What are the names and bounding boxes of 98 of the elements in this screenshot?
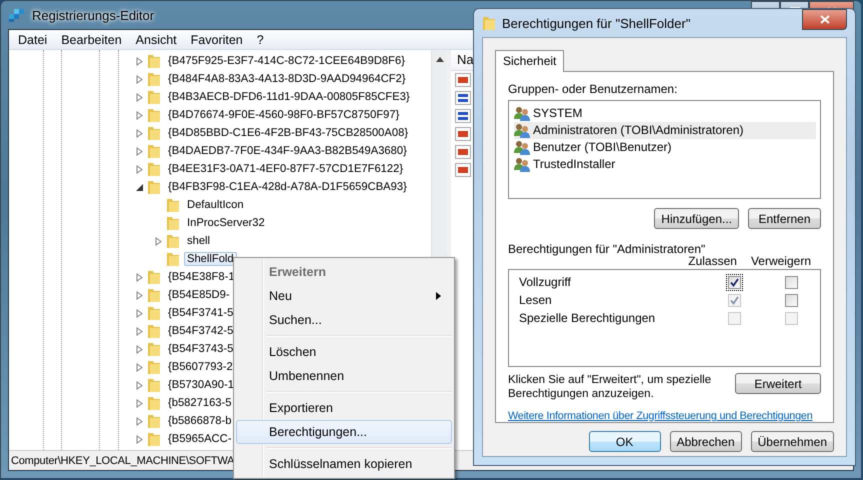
close-button[interactable]: [802, 9, 847, 30]
users-label: Gruppen- oder Benutzernamen:: [508, 82, 678, 98]
folder-icon: [147, 431, 161, 447]
folder-icon: [166, 215, 180, 231]
tree-item[interactable]: {B54F3743-5: [165, 342, 236, 356]
folder-icon: [147, 269, 161, 285]
dialog-button[interactable]: Hinzufügen...: [654, 208, 739, 230]
folder-icon: [147, 89, 161, 105]
folder-icon: [147, 161, 161, 177]
dialog-button[interactable]: OK: [588, 431, 661, 452]
menu-item[interactable]: Favoriten: [184, 32, 250, 46]
menu-item[interactable]: Datei: [11, 32, 54, 46]
folder-icon: [147, 341, 161, 357]
tree-item[interactable]: {B54E85D9-: [165, 288, 233, 302]
context-menu-item[interactable]: Löschen: [236, 340, 452, 364]
folder-icon: [482, 15, 496, 31]
tree-item[interactable]: DefaultIcon: [184, 198, 247, 212]
permission-name: Lesen: [519, 293, 553, 308]
user-list-item[interactable]: SYSTEM: [514, 104, 816, 122]
folder-icon: [147, 323, 161, 339]
folder-icon: [147, 305, 161, 321]
scroll-up-icon[interactable]: [436, 57, 444, 62]
string-value-icon: [455, 127, 471, 141]
advanced-button[interactable]: Erweitert: [735, 373, 821, 394]
tree-item[interactable]: {B4FB3F98-C1EA-428d-A78A-D1F5659CBA93}: [165, 180, 410, 194]
registry-cubes-icon: [8, 7, 26, 23]
column-header: Zulassen: [688, 254, 737, 268]
tree-item[interactable]: {B5730A90-1: [165, 378, 237, 392]
user-group-icon: [514, 122, 530, 138]
tree-item[interactable]: {b5827163-5: [165, 396, 234, 410]
folder-icon: [147, 53, 161, 69]
checkbox[interactable]: [784, 276, 798, 289]
dialog-button[interactable]: Entfernen: [748, 208, 821, 230]
help-link[interactable]: Weitere Informationen über Zugriffssteuerung und Berechtigungen: [508, 410, 813, 422]
context-menu-item[interactable]: Suchen...: [236, 308, 452, 332]
tree-item[interactable]: {B484F4A8-83A3-4A13-8D3D-9AAD94964CF2}: [165, 72, 409, 86]
folder-icon: [147, 395, 161, 411]
context-menu-item[interactable]: Schlüsselnamen kopieren: [236, 452, 452, 476]
folder-icon: [147, 413, 161, 429]
folder-icon: [147, 107, 161, 123]
string-value-icon: [455, 145, 471, 159]
tree-item[interactable]: {B4D85BBD-C1E6-4F2B-BF43-75CB28500A08}: [165, 126, 412, 140]
folder-icon: [166, 251, 180, 267]
folder-icon: [147, 143, 161, 159]
advanced-hint: Klicken Sie auf "Erweitert", um spezielle Berechtigungen anzuzeigen.: [508, 373, 712, 401]
user-group-icon: [514, 140, 530, 155]
tree-item[interactable]: {B4D76674-9F0E-4560-98F0-BF57C8750F97}: [165, 108, 402, 122]
user-group-icon: [514, 156, 530, 172]
dialog-title: Berechtigungen für "ShellFolder": [502, 16, 690, 30]
column-header: Verweigern: [750, 254, 811, 268]
tree-item[interactable]: {B54F3741-5: [165, 306, 236, 320]
folder-icon: [147, 377, 161, 393]
user-list-item[interactable]: TrustedInstaller: [514, 156, 816, 173]
tree-item[interactable]: {B5607793-2: [165, 360, 236, 374]
tree-item[interactable]: shell: [184, 234, 214, 248]
folder-icon: [166, 197, 180, 213]
string-value-icon: [455, 73, 471, 87]
dialog-button[interactable]: Übernehmen: [750, 431, 834, 452]
tree-item[interactable]: {B54E38F8-1: [165, 270, 238, 284]
folder-icon: [147, 125, 161, 141]
menu-item[interactable]: ?: [250, 32, 271, 46]
dialog-button[interactable]: Abbrechen: [670, 431, 742, 452]
close-icon: [820, 15, 830, 24]
checkbox[interactable]: [728, 276, 741, 289]
expander-icon[interactable]: [134, 182, 144, 192]
tree-item[interactable]: {B5965ACC-: [165, 432, 234, 446]
binary-value-icon: [455, 91, 471, 105]
tree-item[interactable]: {B4DAEDB7-7F0E-434F-9AA3-B82B549A3680}: [165, 144, 410, 158]
tree-item[interactable]: {B4B3AECB-DFD6-11d1-9DAA-00805F85CFE3}: [165, 90, 413, 104]
context-menu-item[interactable]: Neu: [236, 284, 452, 308]
tree-item[interactable]: InProcServer32: [184, 216, 268, 230]
menu-item[interactable]: Ansicht: [128, 32, 184, 46]
tree-item[interactable]: ShellFold: [184, 252, 237, 266]
string-value-icon: [455, 163, 471, 177]
context-menu-item[interactable]: Berechtigungen...: [236, 420, 452, 444]
tree-item[interactable]: {b5866878-b: [165, 414, 234, 428]
checkbox[interactable]: [784, 294, 798, 307]
user-list-item[interactable]: Administratoren (TOBI\Administratoren): [514, 122, 816, 139]
context-menu-item[interactable]: Exportieren: [236, 396, 452, 420]
permissions-label: Berechtigungen für "Administratoren": [508, 242, 706, 256]
window-title: Registrierungs-Editor: [32, 8, 154, 22]
folder-icon: [147, 287, 161, 303]
context-menu-item[interactable]: Umbenennen: [236, 364, 452, 388]
permission-name: Vollzugriff: [519, 275, 572, 290]
tree-item[interactable]: {B475F925-E3F7-414C-8C72-1CEE64B9D8F6}: [165, 54, 408, 68]
folder-icon: [147, 71, 161, 87]
tree-item[interactable]: {B54F3742-5: [165, 324, 236, 338]
tree-item[interactable]: {B4EE31F3-0A71-4EF0-87F7-57CD1E7F6122}: [165, 162, 406, 176]
folder-icon: [147, 179, 161, 195]
folder-icon: [166, 233, 180, 249]
tab[interactable]: Sicherheit: [495, 50, 564, 72]
registry-path: Computer\HKEY_LOCAL_MACHINE\SOFTWA: [11, 454, 234, 466]
user-group-icon: [514, 106, 530, 121]
folder-icon: [147, 359, 161, 375]
user-list-item[interactable]: Benutzer (TOBI\Benutzer): [514, 138, 816, 156]
binary-value-icon: [455, 109, 471, 123]
permission-name: Spezielle Berechtigungen: [519, 311, 656, 326]
menu-item[interactable]: Bearbeiten: [54, 32, 129, 46]
